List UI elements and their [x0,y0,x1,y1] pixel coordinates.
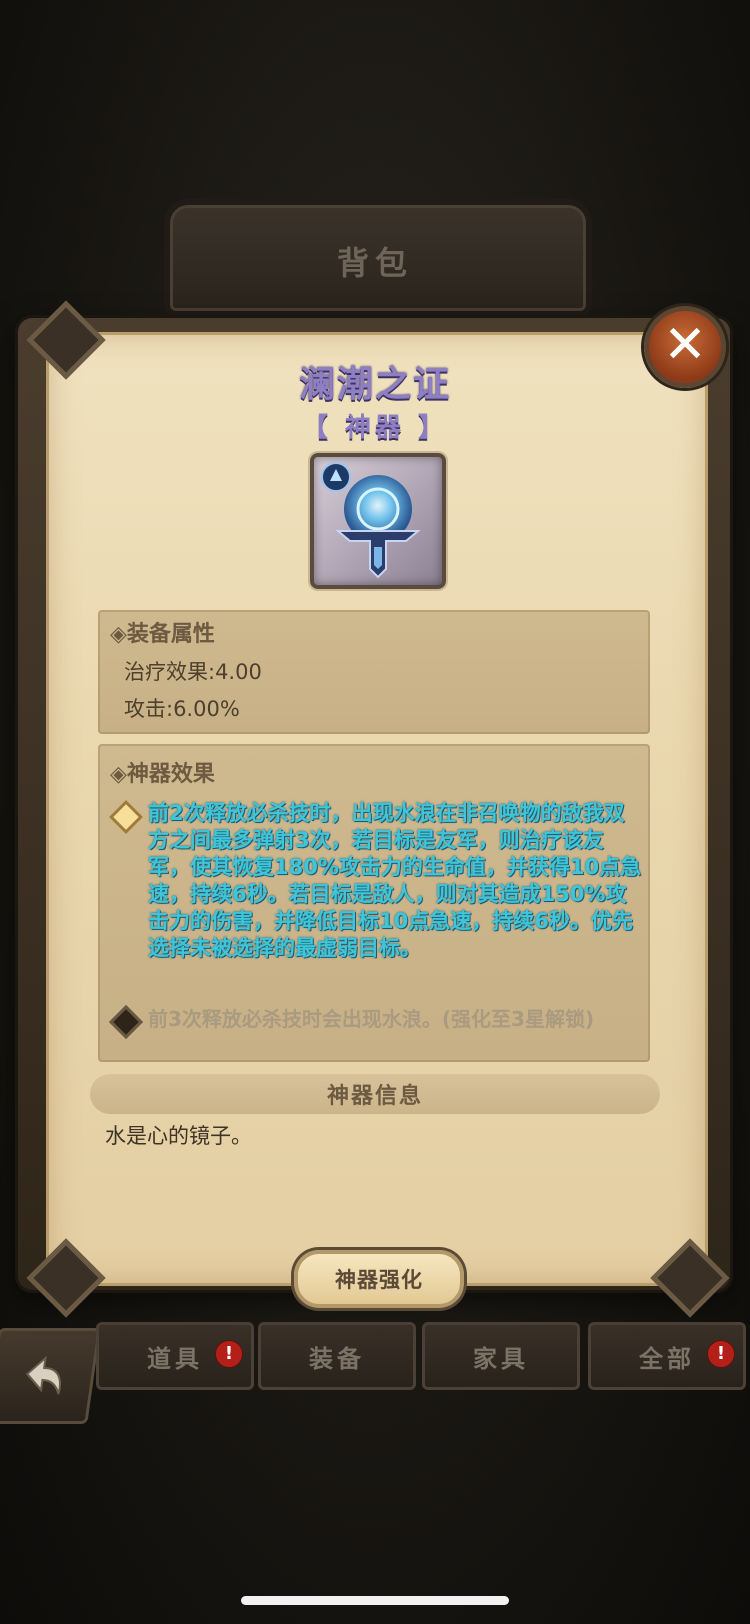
active-effect-text: 前2次释放必杀技时，出现水浪在非召唤物的敌我双方之间最多弹射3次，若目标是友军，… [148,801,642,960]
artifact-name: 澜潮之证 [298,364,451,405]
tab-equipment[interactable]: 装备 [258,1322,416,1390]
tab-items[interactable]: 道具 ! [96,1322,254,1390]
bag-title: 背包 [336,244,413,282]
artifact-description: 水是心的镜子。 [105,1124,252,1148]
tab-furniture[interactable]: 家具 [422,1322,580,1390]
tab-all[interactable]: 全部 ! [588,1322,746,1390]
alert-badge-icon: ! [215,1340,243,1368]
home-indicator[interactable] [241,1596,509,1605]
alert-badge-icon: ! [707,1340,735,1368]
attributes-heading: ◈装备属性 [110,622,215,647]
close-button[interactable]: ✕ [644,306,726,388]
artifact-emblem-icon [321,462,421,579]
artifact-icon [310,453,446,589]
tab-items-label: 道具 [147,1344,203,1373]
back-arrow-icon [25,1355,61,1395]
tab-equipment-label: 装备 [309,1344,365,1373]
artifact-info-heading: 神器信息 [326,1084,423,1109]
tab-furniture-label: 家具 [473,1344,529,1373]
artifact-type: 【 神器 】 [301,413,449,443]
effects-heading: ◈神器效果 [110,762,215,787]
close-icon: ✕ [663,315,707,375]
tab-all-label: 全部 [639,1344,695,1373]
locked-effect-text: 前3次释放必杀技时会出现水浪。(强化至3星解锁) [148,1007,595,1031]
artifact-upgrade-button[interactable]: 神器强化 [294,1250,464,1308]
attribute-attack: 攻击:6.00% [124,697,240,721]
artifact-info-header: 神器信息 [90,1074,660,1114]
artifact-upgrade-label: 神器强化 [335,1268,423,1292]
attribute-healing: 治疗效果:4.00 [124,660,262,684]
back-button[interactable] [0,1328,101,1424]
